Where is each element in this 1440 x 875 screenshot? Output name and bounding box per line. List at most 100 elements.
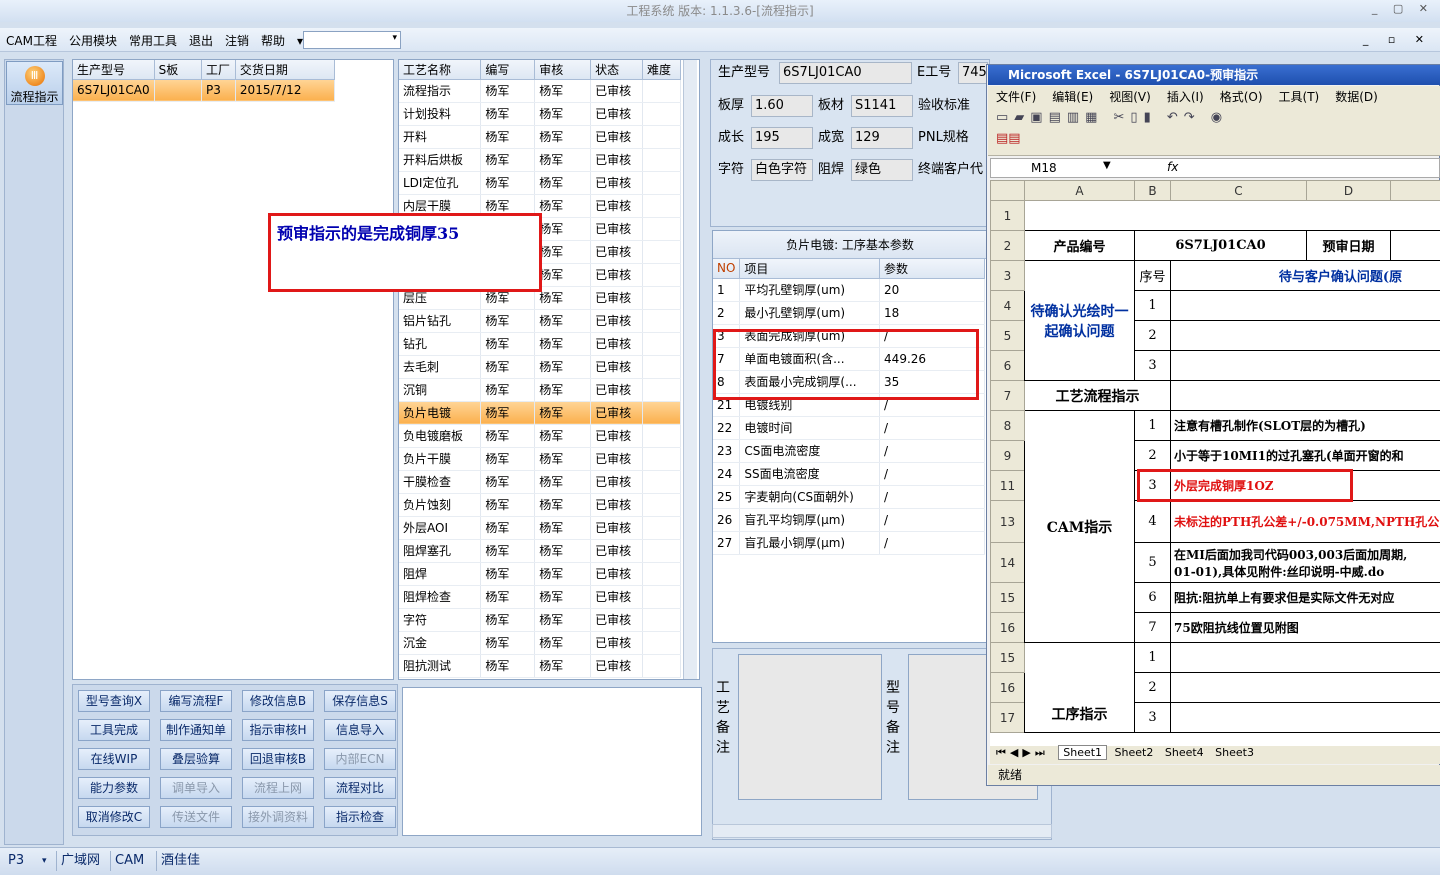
cell-proc-label[interactable]: 工序指示 [1024,642,1135,733]
row-header[interactable]: 6 [990,350,1025,381]
row-header[interactable]: 11 [990,470,1025,501]
cell-seq-label[interactable]: 序号 [1134,260,1171,291]
table-row[interactable]: 阻焊塞孔 杨军 杨军 已审核 [399,539,681,563]
table-row[interactable]: 计划投料 杨军 杨军 已审核 [399,102,681,126]
row-header[interactable]: 3 [990,260,1025,291]
col-reviewer[interactable]: 审核 [534,60,592,80]
field-mask[interactable]: 绿色 [851,159,913,181]
blank-cell[interactable] [1024,200,1440,231]
action-button[interactable]: 指示审核H [242,719,314,741]
field-char[interactable]: 白色字符 [751,159,813,181]
action-button[interactable]: 叠层验算 [160,748,232,770]
table-row[interactable]: 23 CS面电流密度 / [713,439,985,463]
table-row[interactable]: 沉金 杨军 杨军 已审核 [399,631,681,655]
action-button[interactable]: 接外调资料 [242,806,314,828]
blank-cell[interactable] [1170,320,1440,351]
row-header[interactable]: 16 [990,612,1025,643]
action-button[interactable]: 流程上网 [242,777,314,799]
row-header[interactable]: 7 [990,380,1025,411]
menu-combo[interactable] [303,31,401,49]
status-dropdown-icon[interactable]: ▾ [38,851,51,871]
table-row[interactable]: 27 盲孔最小铜厚(μm) / [713,531,985,555]
excel-menu-view[interactable]: 视图(V) [1101,86,1159,107]
process-scrollbar[interactable] [683,60,697,679]
table-row[interactable]: 外层AOI 杨军 杨军 已审核 [399,516,681,540]
table-row[interactable]: 2 最小孔壁铜厚(um) 18 [713,301,985,325]
action-button[interactable]: 流程对比 [324,777,396,799]
seq-cell[interactable]: 3 [1134,702,1171,733]
table-row[interactable]: 铝片钻孔 杨军 杨军 已审核 [399,309,681,333]
seq-cell[interactable]: 2 [1134,440,1171,471]
action-button[interactable]: 信息导入 [324,719,396,741]
excel-namebox[interactable]: M18 [1031,161,1057,175]
col-no[interactable]: NO [713,259,741,279]
row-header[interactable]: 8 [990,410,1025,441]
cell-product-value[interactable]: 6S7LJ01CA0 [1134,230,1307,261]
seq-cell[interactable]: 3 [1134,350,1171,381]
row-header[interactable]: 15 [990,642,1025,673]
sheet-tab-3[interactable]: Sheet3 [1211,746,1258,759]
row-header[interactable]: 13 [990,500,1025,543]
cell-cam-label[interactable]: CAM指示 [1024,410,1135,643]
col-header-e[interactable]: E [1390,180,1440,201]
seq-cell[interactable]: 4 [1134,500,1171,543]
cell-flow-label[interactable]: 工艺流程指示 [1024,380,1171,411]
excel-menu-tools[interactable]: 工具(T) [1271,86,1328,107]
row-header[interactable]: 1 [990,200,1025,231]
table-row[interactable]: 沉铜 杨军 杨军 已审核 [399,378,681,402]
table-row[interactable]: 负电镀磨板 杨军 杨军 已审核 [399,424,681,448]
table-row[interactable]: 阻焊 杨军 杨军 已审核 [399,562,681,586]
action-button[interactable]: 编写流程F [160,690,232,712]
table-row[interactable]: 6S7LJ01CA0 P3 2015/7/12 [73,79,336,102]
seq-cell[interactable]: 5 [1134,542,1171,583]
field-width[interactable]: 129 [851,127,913,149]
blank-cell[interactable] [1170,642,1440,673]
col-header-a[interactable]: A [1024,180,1135,201]
col-writer[interactable]: 编写 [480,60,536,80]
seq-cell[interactable]: 2 [1134,320,1171,351]
table-row[interactable]: 25 字麦朝向(CS面朝外) / [713,485,985,509]
col-sboard[interactable]: S板 [154,60,202,80]
col-header-b[interactable]: B [1134,180,1171,201]
table-row[interactable]: 流程指示 杨军 杨军 已审核 [399,79,681,103]
col-difficulty[interactable]: 难度 [642,60,681,80]
field-length[interactable]: 195 [751,127,813,149]
sheet-tab-2[interactable]: Sheet2 [1111,746,1158,759]
table-row[interactable]: 负片干膜 杨军 杨军 已审核 [399,447,681,471]
row-header[interactable]: 9 [990,440,1025,471]
row-header[interactable]: 16 [990,672,1025,703]
cam-instruction-cell[interactable]: 注意有槽孔制作(SLOT层的为槽孔) [1170,410,1440,441]
fx-icon[interactable]: fx [1167,160,1178,174]
table-row[interactable]: 开料后烘板 杨军 杨军 已审核 [399,148,681,172]
action-button[interactable]: 传送文件 [160,806,232,828]
cell-date-value[interactable] [1390,230,1440,261]
window-controls[interactable]: _ ▢ ✕ [1372,2,1434,15]
row-header[interactable]: 4 [990,290,1025,321]
sheet-nav-icons[interactable]: ⏮◀▶⏭ [990,746,1055,759]
col-delivery[interactable]: 交货日期 [235,60,336,80]
table-row[interactable]: 24 SS面电流密度 / [713,462,985,486]
blank-cell[interactable] [1170,290,1440,321]
sheet-tab-4[interactable]: Sheet4 [1161,746,1208,759]
table-row[interactable]: 干膜检查 杨军 杨军 已审核 [399,470,681,494]
menu-public[interactable]: 公用模块 [63,28,123,49]
process-note-field[interactable] [738,654,882,800]
corner-cell[interactable] [990,180,1025,201]
seq-cell[interactable]: 6 [1134,582,1171,613]
cell-pending-title[interactable]: 待与客户确认问题(原 [1170,260,1440,291]
table-row[interactable]: 22 电镀时间 / [713,416,985,440]
blank-cell[interactable] [1170,702,1440,733]
seq-cell[interactable]: 7 [1134,612,1171,643]
action-button[interactable]: 修改信息B [242,690,314,712]
table-row[interactable]: 负片蚀刻 杨军 杨军 已审核 [399,493,681,517]
menu-tools[interactable]: 常用工具 [123,28,183,49]
action-button[interactable]: 取消修改C [78,806,150,828]
excel-menu-insert[interactable]: 插入(I) [1159,86,1212,107]
table-row[interactable]: 负片电镀 杨军 杨军 已审核 [399,401,681,425]
table-row[interactable]: 开料 杨军 杨军 已审核 [399,125,681,149]
cell-date-label[interactable]: 预审日期 [1306,230,1391,261]
table-row[interactable]: 字符 杨军 杨军 已审核 [399,608,681,632]
blank-cell[interactable] [1170,672,1440,703]
cam-instruction-cell[interactable]: 在MI后面加我司代码003,003后面加周期, 01-01),具体见附件:丝印说明… [1170,542,1440,583]
action-button[interactable]: 制作通知单 [160,719,232,741]
